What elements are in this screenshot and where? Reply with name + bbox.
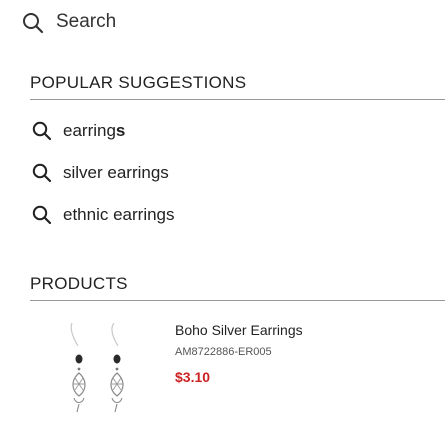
search-icon[interactable] <box>22 12 44 34</box>
product-image[interactable] <box>58 320 148 416</box>
popular-suggestions-heading: POPULAR SUGGESTIONS <box>30 73 247 92</box>
products-heading: PRODUCTS <box>30 274 128 293</box>
product-item[interactable]: Boho Silver Earrings AM8722886-ER005 $3.… <box>30 312 445 413</box>
suggestion-label[interactable]: ethnic earrings <box>63 205 175 225</box>
product-name[interactable]: Boho Silver Earrings <box>175 322 303 338</box>
product-price: $3.10 <box>175 369 211 385</box>
search-icon <box>32 163 52 183</box>
section-divider <box>30 300 445 301</box>
search-bar[interactable]: Search <box>0 0 445 46</box>
section-divider <box>30 99 445 100</box>
search-icon <box>32 205 52 225</box>
suggestion-label[interactable]: silver earrings <box>63 163 169 183</box>
search-input[interactable]: Search <box>56 11 116 33</box>
suggestion-label[interactable]: earrings <box>63 121 125 141</box>
search-icon <box>32 121 52 141</box>
product-sku: AM8722886-ER005 <box>175 346 272 358</box>
